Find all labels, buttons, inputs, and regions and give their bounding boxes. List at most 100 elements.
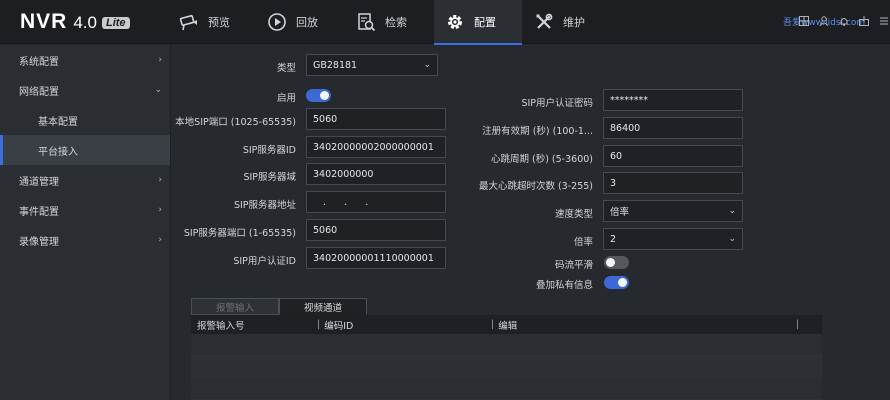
overlay-private-toggle[interactable] — [604, 276, 629, 289]
tab-playback[interactable]: 回放 — [266, 0, 338, 44]
sip-server-port-input[interactable]: 5060 — [306, 219, 446, 241]
chevron-down-icon: ⌄ — [728, 234, 736, 244]
column-header: 报警输入号 — [191, 315, 317, 334]
gear-icon — [444, 11, 466, 33]
stream-smooth-toggle[interactable] — [604, 256, 629, 269]
tab-preview[interactable]: 预览 — [178, 0, 250, 44]
subtab-alarm-input[interactable]: 报警输入 — [191, 298, 279, 315]
enable-label: 启用 — [276, 93, 296, 104]
column-divider[interactable]: | — [317, 319, 320, 330]
sip-user-id-label: SIP用户认证ID — [233, 256, 296, 267]
tab-maintenance[interactable]: 维护 — [533, 0, 605, 44]
max-timeout-input[interactable]: 3 — [603, 172, 743, 194]
sidebar-item-event[interactable]: 事件配置 › — [0, 195, 170, 225]
reg-validity-input[interactable]: 86400 — [603, 117, 743, 139]
menu-icon[interactable] — [878, 15, 890, 27]
column-divider[interactable]: | — [796, 319, 799, 330]
rate-value: 2 — [610, 233, 617, 245]
reg-validity-value: 86400 — [610, 122, 641, 134]
sip-server-addr-value: . . . — [323, 196, 387, 208]
table-header: 报警输入号 | 编码ID | 编辑 | — [191, 315, 822, 334]
speed-type-select[interactable]: 倍率 ⌄ — [603, 200, 743, 222]
toggle-knob — [320, 91, 329, 100]
top-bar: NVR 4.0 Lite 预览 回放 检索 配置 维护 吾爱www.lidsi.… — [0, 0, 890, 45]
max-timeout-label: 最大心跳超时次数 (3-255) — [478, 181, 593, 192]
speed-type-value: 倍率 — [610, 207, 630, 218]
sip-server-domain-value: 3402000000 — [313, 168, 374, 180]
tab-config[interactable]: 配置 — [434, 0, 522, 45]
sidebar-item-network[interactable]: 网络配置 ⌄ — [0, 75, 170, 105]
sidebar-item-label: 平台接入 — [38, 146, 78, 158]
reg-validity-label: 注册有效期 (秒) (100-1... — [482, 126, 593, 137]
sidebar-item-platform[interactable]: 平台接入 — [0, 135, 170, 165]
camera-icon — [178, 11, 200, 33]
subtab-label: 视频通道 — [303, 302, 342, 314]
chevron-right-icon: › — [158, 175, 162, 185]
local-sip-port-input[interactable]: 5060 — [306, 108, 446, 130]
sip-server-id-value: 34020000002000000001 — [313, 141, 434, 153]
sidebar-item-label: 系统配置 — [19, 56, 59, 68]
type-label: 类型 — [276, 63, 296, 74]
sip-server-port-label: SIP服务器端口 (1-65535) — [183, 228, 296, 239]
sidebar-item-system[interactable]: 系统配置 › — [0, 45, 170, 75]
heartbeat-input[interactable]: 60 — [603, 145, 743, 167]
tab-search-label: 检索 — [385, 16, 407, 29]
rate-label: 倍率 — [573, 237, 593, 248]
channel-subtabs: 报警输入 视频通道 — [191, 298, 367, 315]
tab-search[interactable]: 检索 — [355, 0, 427, 44]
sidebar-item-label: 事件配置 — [19, 206, 59, 218]
grid-icon[interactable] — [798, 15, 810, 27]
sidebar-item-label: 录像管理 — [19, 236, 59, 248]
column-header-label: 报警输入号 — [197, 320, 245, 332]
export-icon[interactable] — [858, 15, 870, 27]
column-divider[interactable]: | — [491, 319, 494, 330]
subtab-label: 报警输入 — [215, 302, 254, 314]
sidebar-item-label: 网络配置 — [19, 86, 59, 98]
user-icon[interactable] — [818, 15, 830, 27]
max-timeout-value: 3 — [610, 177, 617, 189]
app-logo: NVR 4.0 Lite — [20, 10, 130, 34]
sidebar-item-label: 通道管理 — [19, 176, 59, 188]
logo-edition: Lite — [101, 17, 130, 29]
sip-password-label: SIP用户认证密码 — [521, 98, 593, 109]
sip-server-id-input[interactable]: 34020000002000000001 — [306, 136, 446, 158]
sidebar-item-channel[interactable]: 通道管理 › — [0, 165, 170, 195]
toggle-knob — [618, 278, 627, 287]
sip-server-domain-input[interactable]: 3402000000 — [306, 163, 446, 185]
table-row — [191, 356, 822, 378]
chevron-down-icon: ⌄ — [728, 206, 736, 216]
speed-type-label: 速度类型 — [554, 209, 593, 220]
chevron-down-icon: ⌄ — [154, 85, 162, 95]
sip-user-id-input[interactable]: 34020000001110000001 — [306, 247, 446, 269]
sidebar-item-recording[interactable]: 录像管理 › — [0, 225, 170, 255]
sip-server-addr-label: SIP服务器地址 — [233, 200, 296, 211]
column-header-label: 编辑 — [498, 320, 518, 332]
tab-config-label: 配置 — [474, 16, 496, 29]
toggle-knob — [606, 258, 615, 267]
sip-password-input[interactable]: ******** — [603, 89, 743, 111]
sip-server-port-value: 5060 — [313, 224, 338, 236]
rate-select[interactable]: 2 ⌄ — [603, 228, 743, 250]
table-row — [191, 378, 822, 400]
local-sip-port-value: 5060 — [313, 113, 338, 125]
heartbeat-value: 60 — [610, 150, 623, 162]
bell-icon[interactable] — [838, 15, 850, 27]
chevron-right-icon: › — [158, 205, 162, 215]
sip-server-domain-label: SIP服务器域 — [243, 172, 296, 183]
subtab-video-channel[interactable]: 视频通道 — [279, 298, 367, 315]
sip-server-addr-input[interactable]: . . . — [306, 191, 446, 213]
enable-toggle[interactable] — [306, 89, 331, 102]
tab-maintenance-label: 维护 — [563, 16, 585, 29]
wrench-icon — [533, 11, 555, 33]
table-row — [191, 334, 822, 356]
type-select[interactable]: GB28181 ⌄ — [306, 54, 438, 76]
column-header: | 编码ID — [317, 315, 491, 334]
sidebar-item-basic[interactable]: 基本配置 — [0, 105, 170, 135]
playback-icon — [266, 11, 288, 33]
chevron-down-icon: ⌄ — [423, 60, 431, 70]
column-header-label: 编码ID — [324, 320, 354, 332]
tab-preview-label: 预览 — [208, 16, 230, 29]
overlay-private-label: 叠加私有信息 — [535, 280, 593, 291]
logo-name: NVR — [20, 10, 68, 33]
type-value: GB28181 — [313, 59, 358, 71]
